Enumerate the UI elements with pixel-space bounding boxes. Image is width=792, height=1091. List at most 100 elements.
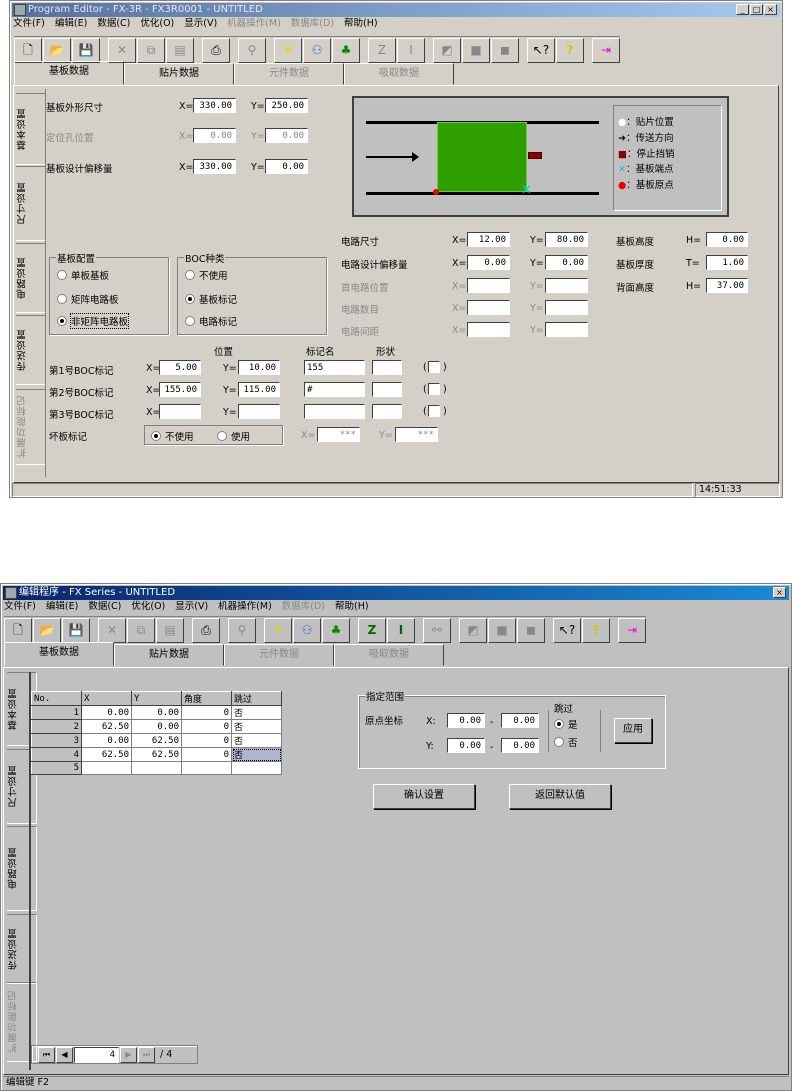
shapes-icon[interactable]: ♣ xyxy=(332,38,360,63)
cell-angle[interactable]: 0 xyxy=(181,733,232,748)
help-icon[interactable]: ? xyxy=(582,618,610,643)
tab-board-data[interactable]: 基板数据 xyxy=(4,642,114,666)
cell-y[interactable]: 0.00 xyxy=(131,705,182,720)
side-tab-conveyor[interactable]: 传送设置 xyxy=(7,914,37,984)
side-tab-basic[interactable]: 基本设置 xyxy=(16,93,46,165)
lightbulb-icon[interactable]: ☀ xyxy=(274,38,302,63)
cell-skip[interactable]: 否 xyxy=(231,719,282,734)
menu-help[interactable]: 帮助(H) xyxy=(344,17,378,31)
print-icon[interactable]: ⎙ xyxy=(192,618,220,643)
lightbulb-icon[interactable]: ☀ xyxy=(264,618,292,643)
radio-boc-board[interactable]: 基板标记 xyxy=(185,292,237,306)
help-icon[interactable]: ? xyxy=(556,38,584,63)
save-icon[interactable]: 💾 xyxy=(72,38,100,63)
save-icon[interactable]: 💾 xyxy=(62,618,90,643)
boc-mark-3-shape-input[interactable] xyxy=(372,404,402,419)
cell-y[interactable] xyxy=(131,761,182,775)
radio-boc-none[interactable]: 不使用 xyxy=(185,268,228,282)
cell-skip[interactable] xyxy=(231,761,282,775)
boc-mark-3-y-input[interactable] xyxy=(238,404,280,419)
new-file-icon[interactable]: 🗋 xyxy=(4,618,32,643)
confirm-settings-button[interactable]: 确认设置 xyxy=(373,784,475,809)
tree-icon[interactable]: ⚇ xyxy=(303,38,331,63)
radio-matrix-board[interactable]: 矩阵电路板 xyxy=(57,292,119,306)
side-tab-conveyor[interactable]: 传送设置 xyxy=(16,315,46,385)
cell-x[interactable] xyxy=(81,761,132,775)
row-header[interactable]: 4 xyxy=(31,747,82,762)
whats-this-icon[interactable]: ↖? xyxy=(527,38,555,63)
cell-x[interactable]: 62.50 xyxy=(81,747,132,762)
radio-skip-yes[interactable]: 是 xyxy=(554,717,578,731)
cell-x[interactable]: 0.00 xyxy=(81,733,132,748)
conveyor-x-icon[interactable]: Z xyxy=(358,618,386,643)
circuit-offset-y-input[interactable] xyxy=(545,255,588,270)
boc-mark-1-shape-input[interactable] xyxy=(372,360,402,375)
menu-optimize[interactable]: 优化(O) xyxy=(140,17,174,31)
side-tab-circuit[interactable]: 电路设置 xyxy=(7,826,37,911)
cell-y[interactable]: 0.00 xyxy=(131,719,182,734)
board-offset-x-input[interactable] xyxy=(193,159,236,174)
print-icon[interactable]: ⎙ xyxy=(202,38,230,63)
radio-bad-mark-on[interactable]: 使用 xyxy=(217,429,250,443)
boc-mark-2-name-input[interactable] xyxy=(304,382,365,397)
boc-mark-2-x-input[interactable] xyxy=(159,382,201,397)
maximize-button[interactable]: □ xyxy=(750,4,763,15)
board-offset-y-input[interactable] xyxy=(265,159,308,174)
boc-mark-2-checkbox[interactable] xyxy=(428,383,440,395)
apply-button[interactable]: 应用 xyxy=(614,718,652,743)
row-header[interactable]: 5 xyxy=(31,761,82,775)
board-height-input[interactable] xyxy=(706,232,748,247)
cell-angle[interactable]: 0 xyxy=(181,747,232,762)
menu-optimize[interactable]: 优化(O) xyxy=(131,600,165,614)
tab-placement-data[interactable]: 贴片数据 xyxy=(114,644,224,666)
radio-boc-circuit[interactable]: 电路标记 xyxy=(185,314,237,328)
cell-angle[interactable]: 0 xyxy=(181,719,232,734)
close-button[interactable]: × xyxy=(764,4,777,15)
radio-single-board[interactable]: 单板基板 xyxy=(57,268,109,282)
menu-data[interactable]: 数据(C) xyxy=(88,600,121,614)
boc-mark-3-checkbox[interactable] xyxy=(428,405,440,417)
shapes-icon[interactable]: ♣ xyxy=(322,618,350,643)
boc-mark-2-shape-input[interactable] xyxy=(372,382,402,397)
open-folder-icon[interactable]: 📂 xyxy=(33,618,61,643)
menu-edit[interactable]: 编辑(E) xyxy=(46,600,78,614)
cell-skip[interactable]: 否 xyxy=(231,733,282,748)
boc-mark-1-checkbox[interactable] xyxy=(428,361,440,373)
menu-view[interactable]: 显示(V) xyxy=(175,600,208,614)
tree-icon[interactable]: ⚇ xyxy=(293,618,321,643)
cell-y[interactable]: 62.50 xyxy=(131,733,182,748)
cell-skip[interactable]: 否 xyxy=(231,705,282,720)
table-row[interactable]: 1 0.00 0.00 0 否 xyxy=(31,705,282,720)
y-to-input[interactable] xyxy=(501,738,539,753)
table-row[interactable]: 5 xyxy=(31,761,282,775)
row-header[interactable]: 1 xyxy=(31,705,82,720)
tab-placement-data[interactable]: 贴片数据 xyxy=(124,63,234,85)
prev-record-icon[interactable]: ◀ xyxy=(56,1047,73,1063)
table-row[interactable]: 2 62.50 0.00 0 否 xyxy=(31,719,282,734)
radio-skip-no[interactable]: 否 xyxy=(554,735,578,749)
x-to-input[interactable] xyxy=(501,713,539,728)
row-header[interactable]: 3 xyxy=(31,733,82,748)
close-button[interactable]: × xyxy=(773,587,786,598)
boc-mark-1-name-input[interactable] xyxy=(304,360,365,375)
radio-non-matrix-board[interactable]: 非矩阵电路板 xyxy=(57,313,130,329)
board-size-x-input[interactable] xyxy=(193,98,236,113)
minimize-button[interactable]: _ xyxy=(736,4,749,15)
circuit-size-x-input[interactable] xyxy=(467,232,510,247)
circuit-offset-x-input[interactable] xyxy=(467,255,510,270)
boc-mark-2-y-input[interactable] xyxy=(238,382,280,397)
whats-this-icon[interactable]: ↖? xyxy=(553,618,581,643)
record-number-input[interactable] xyxy=(74,1047,119,1063)
board-thickness-input[interactable] xyxy=(706,255,748,270)
menu-data[interactable]: 数据(C) xyxy=(97,17,130,31)
boc-mark-3-name-input[interactable] xyxy=(304,404,365,419)
menu-machine[interactable]: 机器操作(M) xyxy=(218,600,272,614)
back-height-input[interactable] xyxy=(706,278,748,293)
side-tab-circuit[interactable]: 电路设置 xyxy=(16,243,46,313)
radio-bad-mark-off[interactable]: 不使用 xyxy=(151,429,194,443)
conveyor-width-icon[interactable]: I xyxy=(387,618,415,643)
cell-skip-selected[interactable]: 否 xyxy=(231,747,282,762)
first-record-icon[interactable]: ⏮ xyxy=(38,1047,55,1063)
table-row[interactable]: 3 0.00 62.50 0 否 xyxy=(31,733,282,748)
cell-x[interactable]: 62.50 xyxy=(81,719,132,734)
